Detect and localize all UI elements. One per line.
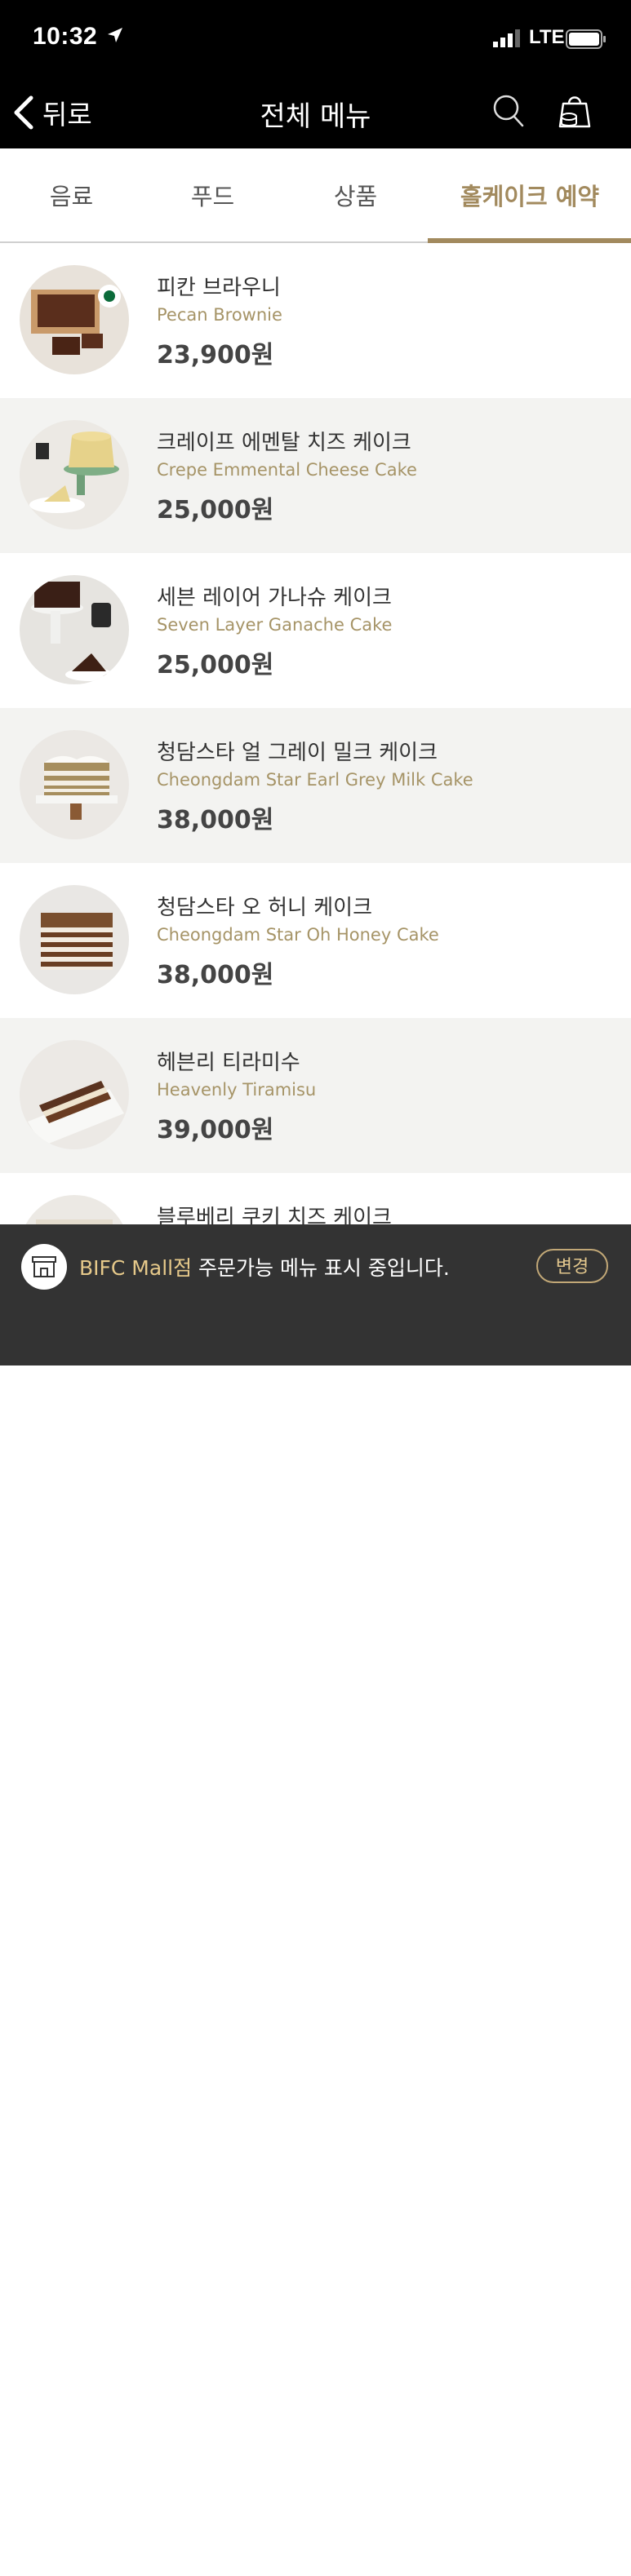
product-name-korean: 헤븐리 티라미수 [157,1051,300,1075]
store-message: 주문가능 메뉴 표시 중입니다. [192,1256,450,1280]
navigation-bar: 뒤로 전체 메뉴 [0,77,631,148]
store-name: BIFC Mall점 [79,1256,193,1280]
product-price: 38,000원 [157,806,274,834]
shopping-bag-icon[interactable] [555,92,593,130]
product-name-korean: 청담스타 얼 그레이 밀크 케이크 [157,741,438,765]
list-item[interactable]: 피칸 브라우니 Pecan Brownie 23,900원 [0,243,631,398]
store-notice: BIFC Mall점 주문가능 메뉴 표시 중입니다. [79,1252,450,1281]
change-store-button[interactable]: 변경 [536,1249,608,1283]
product-price: 38,000원 [157,961,274,989]
product-name-korean: 청담스타 오 허니 케이크 [157,896,372,920]
home-indicator[interactable] [203,2568,429,2576]
store-icon [21,1244,67,1290]
list-item[interactable]: 세븐 레이어 가나슈 케이크 Seven Layer Ganache Cake … [0,553,631,708]
network-type: LTE [529,26,565,48]
product-image [20,885,129,994]
product-name-english: Cheongdam Star Oh Honey Cake [157,925,439,945]
product-name-english: Heavenly Tiramisu [157,1080,317,1100]
search-icon[interactable] [492,94,525,128]
product-image [20,420,129,529]
product-name-english: Pecan Brownie [157,305,282,325]
product-price: 25,000원 [157,651,274,679]
product-name-korean: 크레이프 에멘탈 치즈 케이크 [157,431,411,455]
product-image [20,575,129,684]
list-item[interactable]: 헤븐리 티라미수 Heavenly Tiramisu 39,000원 [0,1018,631,1173]
product-name-english: Cheongdam Star Earl Grey Milk Cake [157,770,473,790]
product-price: 25,000원 [157,496,274,524]
tab-whole-cake-reservation[interactable]: 홀케이크 예약 [441,178,619,212]
product-image [20,1040,129,1149]
location-arrow-icon [108,28,122,42]
product-name-korean: 세븐 레이어 가나슈 케이크 [157,586,392,610]
status-bar: 10:32 LTE [0,0,631,77]
battery-icon [566,29,606,49]
category-tabs: 음료 푸드 상품 홀케이크 예약 [0,148,631,243]
list-item[interactable]: 청담스타 오 허니 케이크 Cheongdam Star Oh Honey Ca… [0,863,631,1018]
store-info-bar: BIFC Mall점 주문가능 메뉴 표시 중입니다. 변경 [0,1224,631,2576]
product-name-korean: 피칸 브라우니 [157,276,281,300]
page-title: 전체 메뉴 [260,100,371,133]
product-image [20,265,129,374]
tab-beverage[interactable]: 음료 [16,178,127,212]
product-name-english: Crepe Emmental Cheese Cake [157,460,417,480]
product-price: 23,900원 [157,341,274,370]
clock-time: 10:32 [33,23,98,50]
tab-merchandise[interactable]: 상품 [300,178,411,212]
menu-list: 피칸 브라우니 Pecan Brownie 23,900원 크레이프 에멘탈 치… [0,243,631,1328]
tab-food[interactable]: 푸드 [158,178,268,212]
product-price: 39,000원 [157,1116,274,1144]
signal-bars-icon [493,29,520,47]
list-item[interactable]: 청담스타 얼 그레이 밀크 케이크 Cheongdam Star Earl Gr… [0,708,631,863]
list-item[interactable]: 크레이프 에멘탈 치즈 케이크 Crepe Emmental Cheese Ca… [0,398,631,553]
product-image [20,730,129,839]
product-name-english: Seven Layer Ganache Cake [157,615,393,635]
